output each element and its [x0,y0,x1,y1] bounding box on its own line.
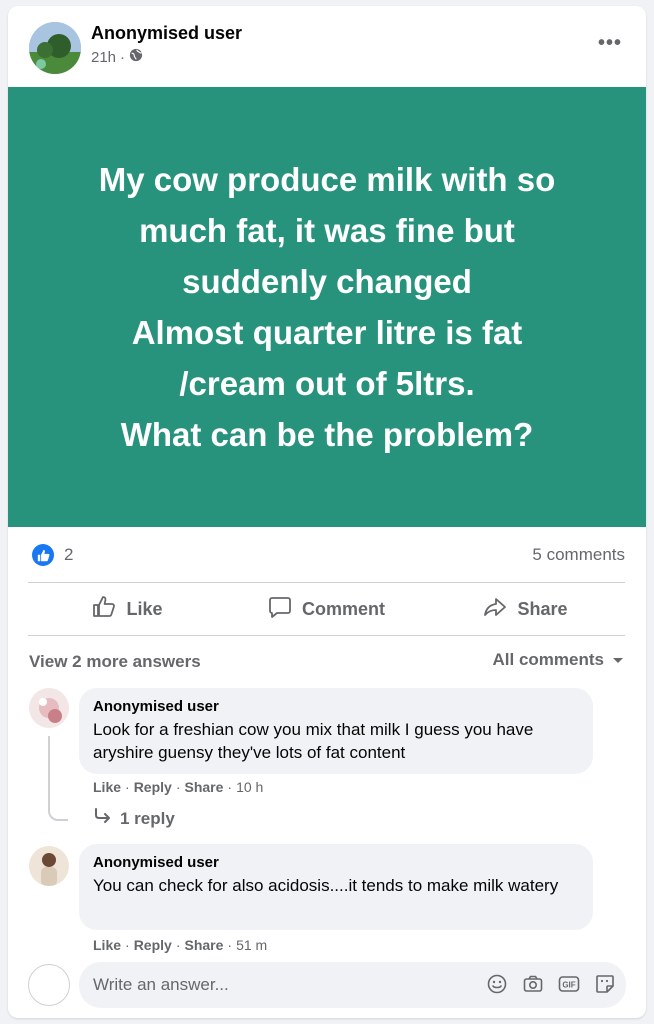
comment-sort-dropdown[interactable]: All comments [493,650,624,670]
sticker-icon[interactable] [594,973,616,995]
banner-text: My cow produce milk with so much fat, it… [98,161,556,453]
user-avatar [28,964,70,1006]
replies-count: 1 reply [120,808,175,828]
comment-text: You can check for also acidosis....it te… [93,876,559,895]
author-name[interactable]: Anonymised user [91,23,242,44]
meta-separator: · [120,48,126,66]
comment-text: Look for a freshian cow you mix that mil… [93,720,534,762]
comment-like-button[interactable]: Like [93,779,121,795]
comment-icon [268,595,292,624]
thread-line [48,736,68,821]
share-label: Share [517,598,568,619]
svg-text:GIF: GIF [562,981,575,990]
share-button[interactable]: Share [426,583,625,635]
comment-author[interactable]: Anonymised user [93,854,579,871]
avatar[interactable] [29,846,69,886]
camera-icon[interactable] [522,973,544,995]
comment-like-button[interactable]: Like [93,937,121,953]
view-replies-link[interactable]: 1 reply [94,808,175,829]
avatar[interactable] [29,688,69,728]
view-more-answers-link[interactable]: View 2 more answers [29,652,201,672]
post-actions: Like Comment Share [28,583,625,635]
comment-time[interactable]: 51 m [236,937,267,953]
comment-actions: Like · Reply · Share · 10 h [93,779,264,795]
post-banner: My cow produce milk with so much fat, it… [8,87,646,527]
post-meta: 21h · [91,48,143,66]
comment-bubble: Anonymised user You can check for also a… [79,844,593,930]
comment-author[interactable]: Anonymised user [93,698,579,715]
comment-bubble: Anonymised user Look for a freshian cow … [79,688,593,774]
post-time[interactable]: 21h [91,49,116,66]
more-icon[interactable]: ••• [598,32,622,55]
author-avatar[interactable] [29,22,81,74]
share-icon [483,595,507,624]
comment-label: Comment [301,598,385,619]
like-badge-icon[interactable] [32,544,54,566]
answer-composer: GIF [79,962,626,1008]
like-label: Like [126,598,163,619]
comment-count[interactable]: 5 comments [532,545,625,565]
sort-label: All comments [492,650,604,669]
gif-icon[interactable]: GIF [558,973,580,995]
comment-reply-button[interactable]: Reply [134,937,172,953]
post-card: Anonymised user 21h · ••• My cow produce… [8,6,646,1018]
globe-icon [129,48,143,66]
comment-share-button[interactable]: Share [184,779,223,795]
reply-arrow-icon [94,808,112,829]
answer-input[interactable] [93,962,473,1008]
comment-reply-button[interactable]: Reply [134,779,172,795]
comment-share-button[interactable]: Share [184,937,223,953]
like-count[interactable]: 2 [64,545,73,565]
post-stats: 2 5 comments [8,536,646,580]
post-header: Anonymised user 21h · ••• [8,6,646,86]
comment-actions: Like · Reply · Share · 51 m [93,937,268,953]
composer-icons: GIF [486,973,616,995]
comment-time[interactable]: 10 h [236,779,263,795]
caret-down-icon [612,650,624,670]
divider [28,635,625,636]
comment-button[interactable]: Comment [227,583,426,635]
like-button[interactable]: Like [28,583,227,635]
like-icon [92,595,116,624]
emoji-icon[interactable] [486,973,508,995]
